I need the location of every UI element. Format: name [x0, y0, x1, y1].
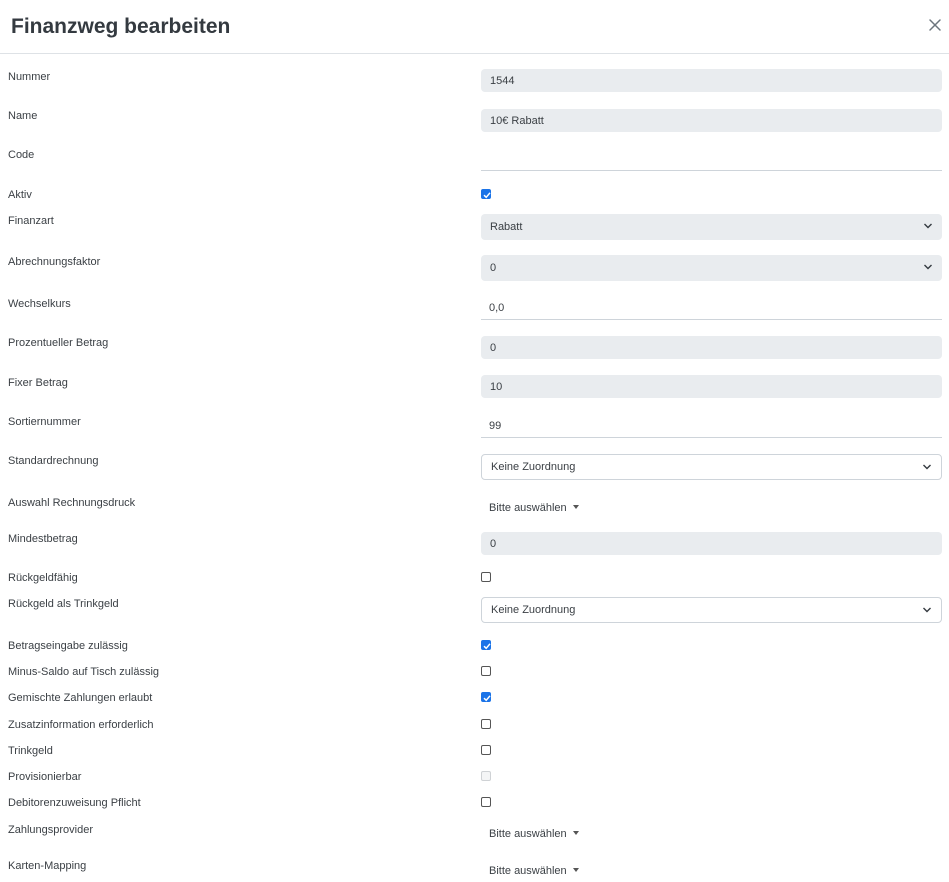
dialog-header: Finanzweg bearbeiten [0, 0, 949, 54]
zusatzinformation-label: Zusatzinformation erforderlich [8, 719, 154, 731]
wechselkurs-value: 0,0 [489, 302, 505, 314]
standardrechnung-select[interactable]: Keine Zuordnung [481, 454, 942, 480]
standardrechnung-value: Keine Zuordnung [491, 461, 576, 473]
zahlungsprovider-dropdown[interactable]: Bitte auswählen [489, 828, 579, 840]
karten-mapping-dropdown[interactable]: Bitte auswählen [489, 865, 579, 877]
check-icon [483, 192, 491, 199]
abrechnungsfaktor-value: 0 [490, 262, 497, 274]
fixer-betrag-value: 10 [490, 381, 503, 393]
standardrechnung-label: Standardrechnung [8, 455, 99, 467]
trinkgeld-checkbox[interactable] [481, 745, 491, 755]
rueckgeld-trinkgeld-select[interactable]: Keine Zuordnung [481, 597, 942, 623]
provisionierbar-checkbox [481, 771, 491, 781]
caret-down-icon [572, 831, 579, 835]
close-icon [929, 19, 941, 31]
gemischte-zahlungen-label: Gemischte Zahlungen erlaubt [8, 692, 153, 704]
sortiernummer-value: 99 [489, 420, 502, 432]
auswahl-rechnungsdruck-value: Bitte auswählen [489, 502, 567, 514]
close-button[interactable] [924, 14, 946, 36]
abrechnungsfaktor-select[interactable]: 0 [481, 255, 942, 281]
betragseingabe-label: Betragseingabe zulässig [8, 640, 128, 652]
wechselkurs-label: Wechselkurs [8, 298, 71, 310]
fixer-betrag-label: Fixer Betrag [8, 377, 68, 389]
karten-mapping-label: Karten-Mapping [8, 860, 87, 872]
nummer-field: 1544 [481, 69, 942, 92]
minus-saldo-checkbox[interactable] [481, 666, 491, 676]
code-label: Code [8, 149, 35, 161]
minus-saldo-label: Minus-Saldo auf Tisch zulässig [8, 666, 160, 678]
zusatzinformation-checkbox[interactable] [481, 719, 491, 729]
name-label: Name [8, 110, 38, 122]
gemischte-zahlungen-checkbox[interactable] [481, 692, 491, 702]
debitorenzuweisung-label: Debitorenzuweisung Pflicht [8, 797, 141, 809]
wechselkurs-input[interactable]: 0,0 [481, 296, 942, 320]
prozentueller-betrag-field: 0 [481, 336, 942, 359]
auswahl-rechnungsdruck-dropdown[interactable]: Bitte auswählen [489, 502, 579, 514]
zahlungsprovider-value: Bitte auswählen [489, 828, 567, 840]
betragseingabe-checkbox[interactable] [481, 640, 491, 650]
rueckgeldfaehig-label: Rückgeldfähig [8, 572, 78, 584]
sortiernummer-input[interactable]: 99 [481, 414, 942, 438]
mindestbetrag-value: 0 [490, 538, 497, 550]
check-icon [483, 643, 491, 650]
mindestbetrag-field: 0 [481, 532, 942, 555]
rueckgeldfaehig-checkbox[interactable] [481, 572, 491, 582]
karten-mapping-value: Bitte auswählen [489, 865, 567, 877]
rueckgeld-trinkgeld-value: Keine Zuordnung [491, 604, 576, 616]
name-field: 10€ Rabatt [481, 109, 942, 132]
code-input[interactable] [481, 147, 942, 171]
trinkgeld-label: Trinkgeld [8, 745, 53, 757]
caret-down-icon [572, 868, 579, 872]
sortiernummer-label: Sortiernummer [8, 416, 81, 428]
mindestbetrag-label: Mindestbetrag [8, 533, 78, 545]
prozentueller-betrag-label: Prozentueller Betrag [8, 337, 109, 349]
rueckgeld-trinkgeld-label: Rückgeld als Trinkgeld [8, 598, 119, 610]
auswahl-rechnungsdruck-label: Auswahl Rechnungsdruck [8, 497, 136, 509]
prozentueller-betrag-value: 0 [490, 342, 497, 354]
check-icon [483, 695, 491, 702]
caret-down-icon [572, 505, 579, 509]
name-value: 10€ Rabatt [490, 115, 544, 127]
nummer-label: Nummer [8, 71, 51, 83]
zahlungsprovider-label: Zahlungsprovider [8, 824, 93, 836]
finanzart-select[interactable]: Rabatt [481, 214, 942, 240]
chevron-down-icon [923, 464, 931, 470]
abrechnungsfaktor-label: Abrechnungsfaktor [8, 256, 101, 268]
dialog-title: Finanzweg bearbeiten [11, 15, 231, 38]
provisionierbar-label: Provisionierbar [8, 771, 82, 783]
debitorenzuweisung-checkbox[interactable] [481, 797, 491, 807]
edit-finanzweg-dialog: Finanzweg bearbeiten Nummer 1544 Name 10… [0, 0, 949, 882]
aktiv-checkbox[interactable] [481, 189, 491, 199]
finanzart-label: Finanzart [8, 215, 54, 227]
chevron-down-icon [924, 264, 932, 270]
finanzart-value: Rabatt [490, 221, 523, 233]
nummer-value: 1544 [490, 75, 515, 87]
chevron-down-icon [924, 223, 932, 229]
fixer-betrag-field: 10 [481, 375, 942, 398]
chevron-down-icon [923, 607, 931, 613]
aktiv-label: Aktiv [8, 189, 32, 201]
